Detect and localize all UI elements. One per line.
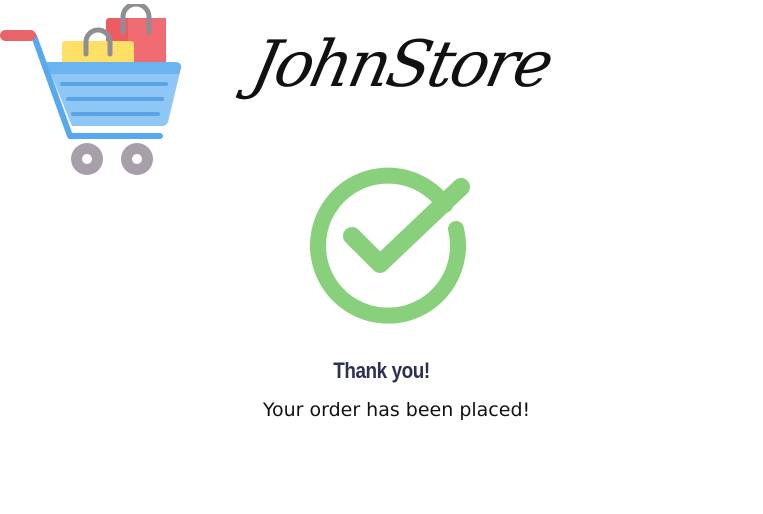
thank-you-heading: Thank you!	[333, 358, 430, 383]
check-circle-icon	[310, 167, 470, 324]
brand-name: JohnStore	[245, 28, 558, 102]
shopping-cart-icon	[0, 4, 182, 175]
order-placed-message: Your order has been placed!	[262, 399, 531, 421]
